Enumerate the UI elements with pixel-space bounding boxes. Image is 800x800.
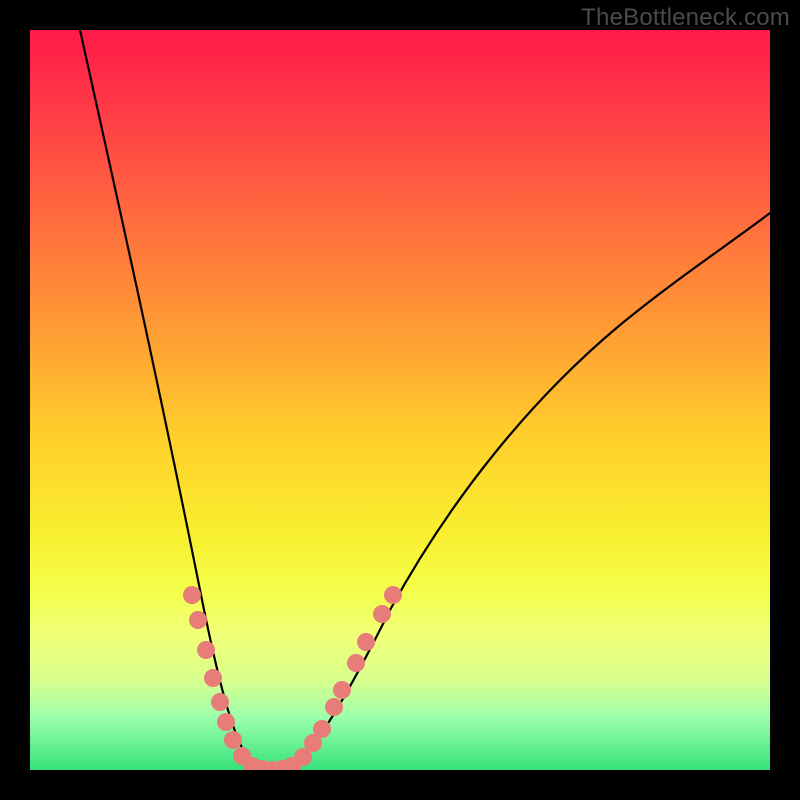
data-marker [197,641,215,659]
plot-area [30,30,770,770]
data-marker [189,611,207,629]
data-marker [333,681,351,699]
data-marker [325,698,343,716]
data-marker [384,586,402,604]
data-marker [217,713,235,731]
data-marker [357,633,375,651]
data-marker [373,605,391,623]
watermark-text: TheBottleneck.com [581,4,790,32]
data-marker [211,693,229,711]
curve-group [80,30,770,770]
curve-svg [30,30,770,770]
data-marker [313,720,331,738]
data-marker [204,669,222,687]
data-marker [347,654,365,672]
marker-group [183,586,402,770]
bottleneck-curve [80,30,770,770]
data-marker [224,731,242,749]
data-marker [183,586,201,604]
chart-frame: TheBottleneck.com [0,0,800,800]
